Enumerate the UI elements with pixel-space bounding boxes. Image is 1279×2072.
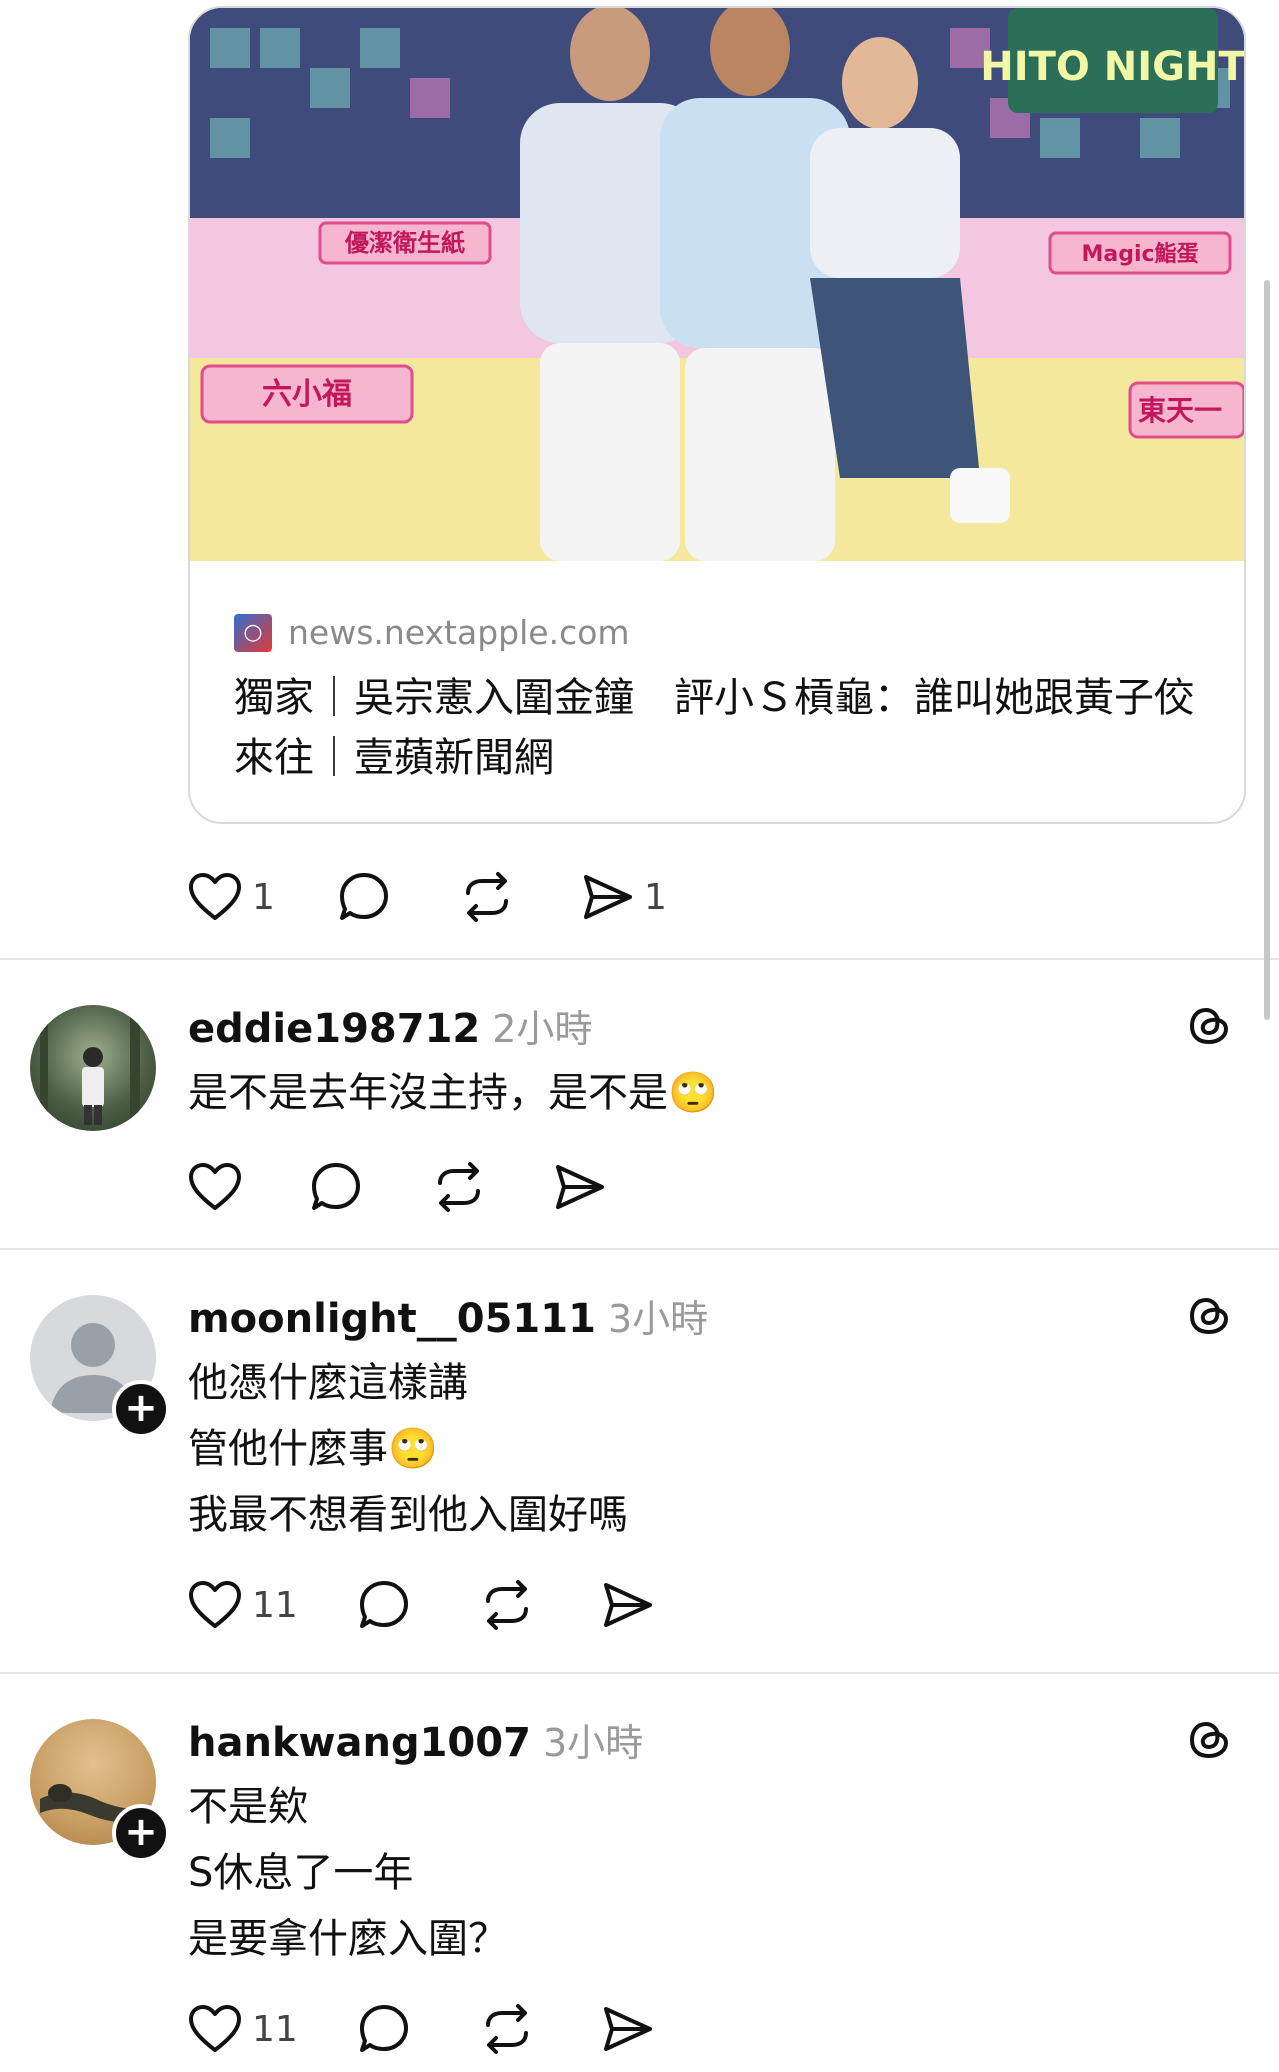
comment-text: S休息了一年 — [188, 1850, 414, 1896]
like-button[interactable]: 11 — [188, 1570, 358, 1640]
comment-item: + hankwang1007 3小時 不是欸 S休息了一年 是要拿什麼入圍？ 1… — [0, 1674, 1279, 2072]
heart-icon — [189, 2005, 241, 2052]
like-count: 1 — [252, 876, 275, 918]
timestamp: 3小時 — [542, 1721, 644, 1765]
reply-button[interactable] — [358, 1994, 480, 2064]
link-preview-card[interactable]: 優潔衛生紙 Magic鮨蛋 六小福 東天一 HITO NIGHT ○ news.… — [188, 6, 1246, 824]
send-icon — [604, 2007, 652, 2051]
timestamp: 2小時 — [492, 1007, 593, 1051]
avatar-photo — [40, 1005, 140, 1131]
speech-bubble-icon — [312, 1163, 360, 1210]
like-button[interactable]: 11 — [188, 1994, 358, 2064]
repost-button[interactable] — [460, 862, 582, 932]
comment-text: 他憑什麼這樣講 — [188, 1360, 468, 1406]
comment-text: 我最不想看到他入圍好嗎 — [188, 1492, 628, 1538]
username[interactable]: moonlight__05111 — [188, 1296, 596, 1342]
share-button[interactable] — [602, 1994, 722, 2064]
threads-logo-icon[interactable] — [1185, 1714, 1235, 1764]
comment-body: 是不是去年沒主持，是不是🙄 — [188, 1060, 718, 1126]
share-button[interactable] — [554, 1152, 674, 1222]
sign-lower-left: 六小福 — [262, 377, 352, 412]
sign-left: 優潔衛生紙 — [344, 229, 465, 257]
comment-header: hankwang1007 3小時 — [188, 1712, 643, 1767]
post-action-bar: 1 1 — [188, 862, 702, 932]
threads-logo-icon[interactable] — [1185, 1000, 1235, 1050]
threads-logo-icon[interactable] — [1185, 1290, 1235, 1340]
send-icon — [584, 875, 632, 919]
comment-header: eddie198712 2小時 — [188, 998, 592, 1053]
article-thumbnail: 優潔衛生紙 Magic鮨蛋 六小福 東天一 HITO NIGHT — [190, 8, 1244, 561]
comment-text: 管他什麼事🙄 — [188, 1426, 438, 1472]
repost-button[interactable] — [480, 1994, 602, 2064]
like-count: 11 — [252, 2008, 298, 2050]
reply-button[interactable] — [310, 1152, 432, 1222]
article-title[interactable]: 獨家｜吳宗憲入圍金鐘 評小Ｓ槓龜：誰叫她跟黃子佼來往｜壹蘋新聞網 — [234, 668, 1214, 788]
hito-night-logo: HITO NIGHT — [980, 44, 1244, 90]
share-count: 1 — [644, 876, 667, 918]
share-button[interactable]: 1 — [582, 862, 702, 932]
plus-icon: + — [124, 1385, 158, 1431]
repost-button[interactable] — [432, 1152, 554, 1222]
comment-text: 是不是去年沒主持，是不是🙄 — [188, 1070, 718, 1116]
comment-header: moonlight__05111 3小時 — [188, 1288, 708, 1343]
comment-item: + moonlight__05111 3小時 他憑什麼這樣講 管他什麼事🙄 我最… — [0, 1250, 1279, 1670]
speech-bubble-icon — [340, 873, 388, 920]
speech-bubble-icon — [360, 2005, 408, 2052]
comment-action-bar — [188, 1152, 674, 1222]
plus-icon: + — [124, 1809, 158, 1855]
link-source: ○ news.nextapple.com — [234, 613, 630, 652]
share-button[interactable] — [602, 1570, 722, 1640]
send-icon — [604, 1583, 652, 1627]
comment-action-bar: 11 — [188, 1570, 722, 1640]
comment-body: 他憑什麼這樣講 管他什麼事🙄 我最不想看到他入圍好嗎 — [188, 1350, 628, 1548]
heart-icon — [189, 1581, 241, 1628]
like-button[interactable]: 1 — [188, 862, 338, 932]
reply-button[interactable] — [338, 862, 460, 932]
repost-icon — [486, 1580, 528, 1630]
repost-icon — [438, 1162, 480, 1212]
source-domain: news.nextapple.com — [288, 613, 630, 652]
username[interactable]: hankwang1007 — [188, 1720, 531, 1766]
comment-text: 是要拿什麼入圍？ — [188, 1916, 508, 1962]
comment-body: 不是欸 S休息了一年 是要拿什麼入圍？ — [188, 1774, 508, 1972]
comment-text: 不是欸 — [188, 1784, 308, 1830]
sign-right: Magic鮨蛋 — [1081, 242, 1198, 267]
like-button[interactable] — [188, 1152, 310, 1222]
send-icon — [556, 1165, 604, 1209]
nextapple-favicon-icon: ○ — [234, 613, 272, 652]
like-count: 11 — [252, 1584, 298, 1626]
scrollbar-thumb[interactable] — [1264, 280, 1270, 1020]
sign-lower-right: 東天一 — [1138, 394, 1222, 427]
speech-bubble-icon — [360, 1581, 408, 1628]
comment-action-bar: 11 — [188, 1994, 722, 2064]
heart-icon — [189, 1163, 241, 1210]
comment-item: eddie198712 2小時 是不是去年沒主持，是不是🙄 — [0, 960, 1279, 1250]
repost-button[interactable] — [480, 1570, 602, 1640]
reply-button[interactable] — [358, 1570, 480, 1640]
follow-button[interactable]: + — [112, 1380, 170, 1438]
follow-button[interactable]: + — [112, 1804, 170, 1862]
repost-icon — [486, 2004, 528, 2054]
timestamp: 3小時 — [607, 1297, 709, 1341]
avatar[interactable] — [30, 1005, 156, 1131]
heart-icon — [189, 873, 241, 920]
username[interactable]: eddie198712 — [188, 1006, 480, 1052]
repost-icon — [466, 872, 508, 922]
